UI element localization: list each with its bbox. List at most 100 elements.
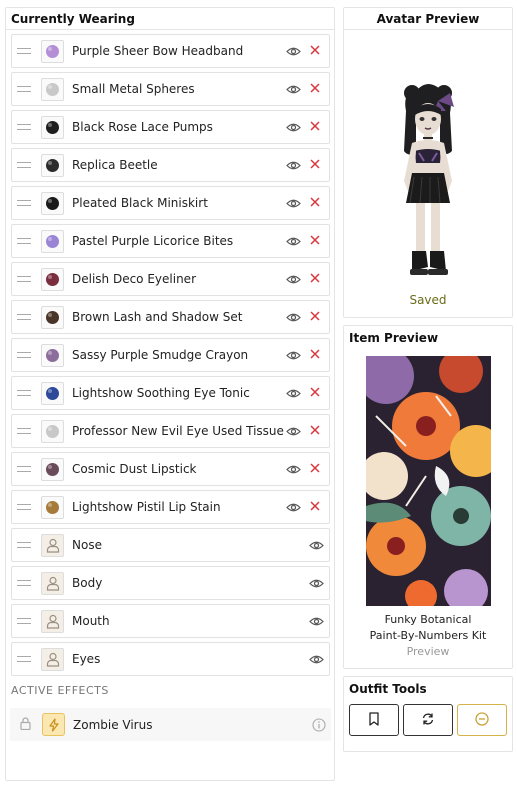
- wearing-item[interactable]: Lightshow Pistil Lip Stain: [11, 490, 330, 524]
- drag-handle-icon[interactable]: [17, 618, 31, 624]
- drag-handle-icon[interactable]: [17, 656, 31, 662]
- wearing-item[interactable]: Mouth: [11, 604, 330, 638]
- close-icon[interactable]: [309, 386, 323, 400]
- eye-icon[interactable]: [285, 196, 301, 210]
- metal-spheres-icon: [41, 77, 64, 101]
- wearing-item[interactable]: Sassy Purple Smudge Crayon: [11, 338, 330, 372]
- drag-handle-icon[interactable]: [17, 466, 31, 472]
- beetle-icon: [41, 153, 64, 177]
- effect-row[interactable]: Zombie Virus: [10, 708, 331, 741]
- info-icon[interactable]: [312, 718, 326, 735]
- wearing-item[interactable]: Small Metal Spheres: [11, 72, 330, 106]
- remove-all-button[interactable]: [457, 704, 507, 736]
- bookmark-button[interactable]: [349, 704, 399, 736]
- wearing-list: Purple Sheer Bow Headband Small Metal Sph…: [6, 30, 334, 676]
- close-icon[interactable]: [309, 82, 323, 96]
- drag-handle-icon[interactable]: [17, 542, 31, 548]
- item-preview-image: [365, 356, 491, 606]
- avatar-preview-title: Avatar Preview: [344, 8, 512, 30]
- close-icon[interactable]: [309, 348, 323, 362]
- eye-icon[interactable]: [285, 82, 301, 96]
- eye-icon[interactable]: [285, 462, 301, 476]
- wearing-item[interactable]: Eyes: [11, 642, 330, 676]
- wearing-item[interactable]: Pleated Black Miniskirt: [11, 186, 330, 220]
- item-name-line1: Funky Botanical: [384, 613, 472, 626]
- tonic-bottle-icon: [41, 381, 64, 405]
- save-status: Saved: [409, 293, 447, 307]
- currently-wearing-title: Currently Wearing: [6, 8, 334, 30]
- close-icon[interactable]: [309, 44, 323, 58]
- close-icon[interactable]: [309, 272, 323, 286]
- wearing-item[interactable]: Professor New Evil Eye Used Tissue: [11, 414, 330, 448]
- close-icon[interactable]: [309, 158, 323, 172]
- outfit-tools-title: Outfit Tools: [349, 682, 427, 696]
- avatar-image: [344, 30, 512, 292]
- lock-icon: [20, 716, 32, 733]
- wearing-item[interactable]: Cosmic Dust Lipstick: [11, 452, 330, 486]
- close-icon[interactable]: [309, 120, 323, 134]
- item-name-line2: Paint-By-Numbers Kit: [369, 629, 487, 642]
- miniskirt-icon: [41, 191, 64, 215]
- tissue-icon: [41, 419, 64, 443]
- drag-handle-icon[interactable]: [17, 238, 31, 244]
- drag-handle-icon[interactable]: [17, 314, 31, 320]
- close-icon[interactable]: [309, 310, 323, 324]
- drag-handle-icon[interactable]: [17, 580, 31, 586]
- drag-handle-icon[interactable]: [17, 162, 31, 168]
- avatar-preview-card: Avatar Preview Saved: [343, 7, 513, 318]
- drag-handle-icon[interactable]: [17, 390, 31, 396]
- wearing-item[interactable]: Replica Beetle: [11, 148, 330, 182]
- active-effects-title: ACTIVE EFFECTS: [11, 684, 109, 697]
- eye-icon[interactable]: [285, 44, 301, 58]
- wearing-item[interactable]: Brown Lash and Shadow Set: [11, 300, 330, 334]
- item-name: Nose: [72, 538, 102, 552]
- refresh-button[interactable]: [403, 704, 453, 736]
- drag-handle-icon[interactable]: [17, 352, 31, 358]
- outfit-tools-card: Outfit Tools: [343, 676, 513, 752]
- close-icon[interactable]: [309, 234, 323, 248]
- drag-handle-icon[interactable]: [17, 428, 31, 434]
- wearing-item[interactable]: Black Rose Lace Pumps: [11, 110, 330, 144]
- wearing-item[interactable]: Delish Deco Eyeliner: [11, 262, 330, 296]
- bookmark-icon: [368, 711, 380, 729]
- person-icon: [41, 609, 64, 633]
- eye-icon[interactable]: [285, 272, 301, 286]
- wearing-item[interactable]: Purple Sheer Bow Headband: [11, 34, 330, 68]
- makeup-palette-icon: [41, 305, 64, 329]
- wearing-item[interactable]: Pastel Purple Licorice Bites: [11, 224, 330, 258]
- pumps-icon: [41, 115, 64, 139]
- wearing-item[interactable]: Nose: [11, 528, 330, 562]
- close-icon[interactable]: [309, 500, 323, 514]
- drag-handle-icon[interactable]: [17, 124, 31, 130]
- person-icon: [41, 571, 64, 595]
- eye-icon[interactable]: [285, 424, 301, 438]
- bow-headband-icon: [41, 39, 64, 63]
- item-preview-card: Item Preview Funky Botanical Paint-By-Nu…: [343, 325, 513, 669]
- wearing-item[interactable]: Lightshow Soothing Eye Tonic: [11, 376, 330, 410]
- eye-icon[interactable]: [285, 310, 301, 324]
- eye-icon[interactable]: [285, 348, 301, 362]
- drag-handle-icon[interactable]: [17, 48, 31, 54]
- eye-icon[interactable]: [308, 614, 324, 628]
- item-name: Body: [72, 576, 103, 590]
- item-preview-subtitle: Preview: [406, 645, 450, 658]
- drag-handle-icon[interactable]: [17, 86, 31, 92]
- drag-handle-icon[interactable]: [17, 504, 31, 510]
- eye-icon[interactable]: [285, 120, 301, 134]
- eye-icon[interactable]: [285, 234, 301, 248]
- lightning-icon: [42, 713, 65, 736]
- close-icon[interactable]: [309, 462, 323, 476]
- eye-icon[interactable]: [308, 652, 324, 666]
- eye-icon[interactable]: [308, 576, 324, 590]
- drag-handle-icon[interactable]: [17, 276, 31, 282]
- close-icon[interactable]: [309, 196, 323, 210]
- drag-handle-icon[interactable]: [17, 200, 31, 206]
- close-icon[interactable]: [309, 424, 323, 438]
- wearing-item[interactable]: Body: [11, 566, 330, 600]
- eye-icon[interactable]: [308, 538, 324, 552]
- eye-icon[interactable]: [285, 158, 301, 172]
- lipstick-icon: [41, 457, 64, 481]
- eye-icon[interactable]: [285, 500, 301, 514]
- crayon-icon: [41, 343, 64, 367]
- eye-icon[interactable]: [285, 386, 301, 400]
